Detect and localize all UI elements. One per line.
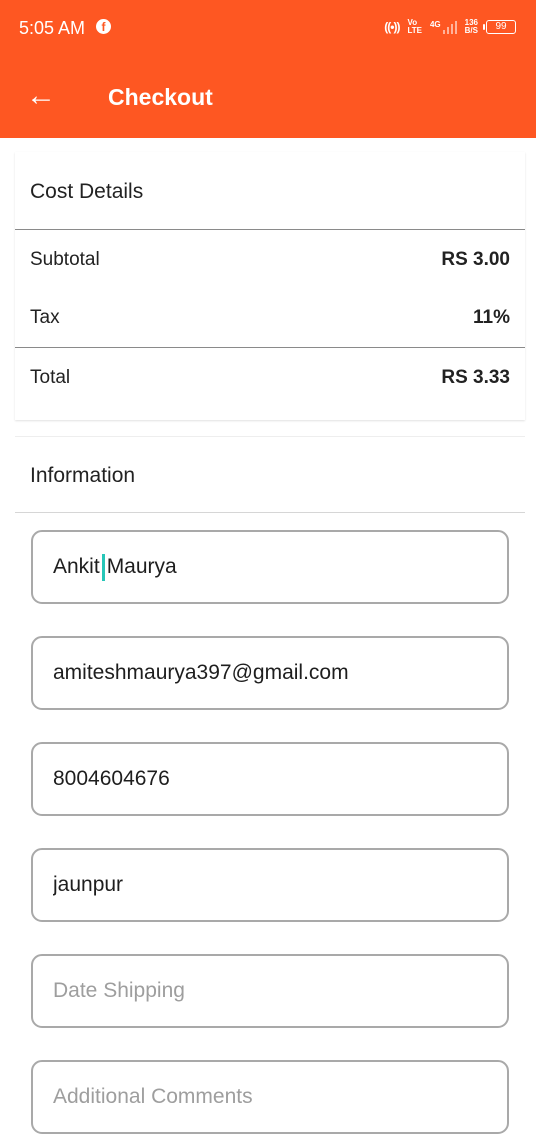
checkout-screen: 5:05 AM f ((•)) Vo LTE 4G 136 B/S 99 ← C… [0,0,536,1143]
network-speed-unit: B/S [464,26,478,35]
total-divider [15,347,525,348]
date-shipping-field[interactable] [31,954,509,1028]
tax-value: 11% [473,307,510,328]
phone-field[interactable] [31,742,509,816]
phone-input[interactable] [53,767,487,791]
battery-icon: 99 [483,20,516,34]
text-cursor [101,553,105,581]
tax-label: Tax [30,307,60,328]
email-input[interactable] [53,661,487,685]
volte-icon: Vo LTE [407,19,422,35]
additional-comments-field[interactable] [31,1060,509,1134]
network-type-label: 4G [429,20,441,29]
total-value: RS 3.33 [441,367,510,388]
facebook-notification-icon: f [96,19,111,34]
network-speed-icon: 136 B/S [465,19,478,35]
cost-details-title: Cost Details [30,180,144,203]
volte-bottom-label: LTE [407,26,422,35]
page-title: Checkout [108,84,213,110]
subtotal-label: Subtotal [30,249,100,270]
signal-icon: 4G [430,20,457,34]
status-time: 5:05 AM [19,18,86,38]
total-label: Total [30,367,71,388]
information-title: Information [30,464,136,487]
app-header: 5:05 AM f ((•)) Vo LTE 4G 136 B/S 99 ← C… [0,0,536,138]
date-shipping-input[interactable] [53,979,487,1003]
city-field[interactable] [31,848,509,922]
subtotal-value: RS 3.00 [441,249,510,270]
email-field[interactable] [31,636,509,710]
city-input[interactable] [53,873,487,897]
cost-details-card: Cost Details Subtotal RS 3.00 Tax 11% To… [15,152,525,420]
name-field[interactable]: Ankit Maurya [31,530,509,604]
battery-level: 99 [495,21,507,32]
information-divider [15,512,525,513]
hotspot-icon: ((•)) [384,20,400,34]
back-arrow-icon[interactable]: ← [26,78,58,114]
additional-comments-input[interactable] [53,1085,487,1109]
cost-details-divider [15,229,525,230]
information-section: Information Ankit Maurya [15,436,525,1143]
status-icons: ((•)) Vo LTE 4G 136 B/S 99 [384,14,516,40]
name-text-before-cursor: Ankit [53,555,100,578]
name-text-after-cursor: Maurya [106,555,177,578]
